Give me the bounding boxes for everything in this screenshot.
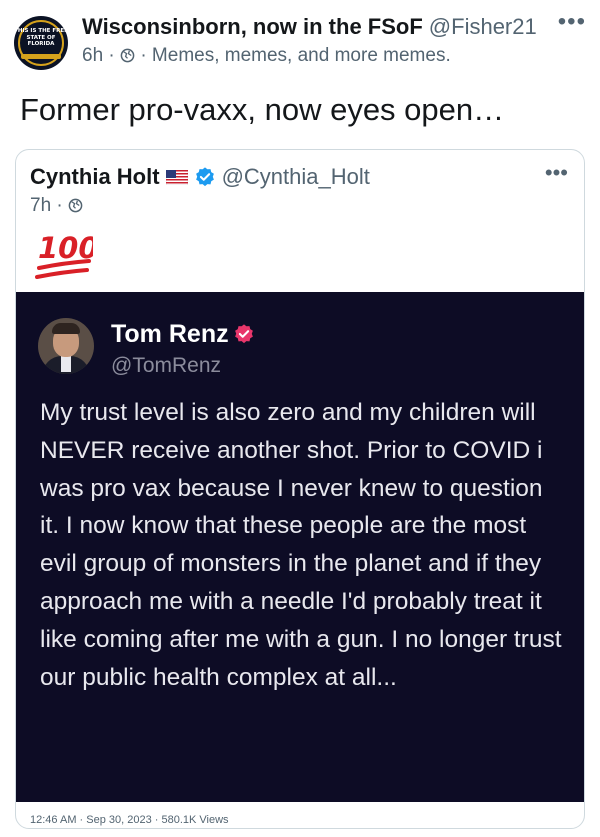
embedded-avatar	[38, 318, 94, 374]
post-text: Former pro-vaxx, now eyes open…	[20, 92, 505, 127]
meta-separator-2: ·	[140, 45, 147, 66]
us-flag-icon	[165, 170, 188, 185]
embedded-name-line: Tom Renz	[111, 320, 255, 349]
quote-time[interactable]: 7h	[30, 195, 51, 216]
avatar-hair	[52, 323, 80, 334]
author-name[interactable]: Wisconsinborn, now in the FSoF	[82, 14, 423, 39]
avatar-seal-text: THIS IS THE FREE STATE OF FLORIDA	[14, 28, 68, 47]
more-icon[interactable]: •••	[558, 8, 586, 36]
embedded-screenshot[interactable]: Tom Renz @TomRenz My trust level is also…	[16, 292, 584, 802]
quoted-post[interactable]: Cynthia Holt @Cynthia_Holt ••• 7h · 100	[15, 149, 585, 829]
embedded-author-handle: @TomRenz	[111, 354, 222, 377]
quote-separator: ·	[56, 195, 63, 216]
quote-author-handle[interactable]: @Cynthia_Holt	[222, 164, 370, 189]
pink-verified-badge-icon	[234, 324, 253, 344]
post-time[interactable]: 6h	[82, 45, 103, 66]
hundred-points-icon: 100	[35, 231, 93, 279]
quote-author-line: Cynthia Holt @Cynthia_Holt	[30, 164, 370, 190]
seal-band	[21, 54, 61, 59]
post-header: THIS IS THE FREE STATE OF FLORIDA Wiscon…	[14, 8, 586, 72]
quote-author-name[interactable]: Cynthia Holt	[30, 164, 160, 189]
meta-separator: ·	[108, 45, 115, 66]
embedded-author-name: Tom Renz	[111, 320, 229, 348]
post-meta: 6h · · Memes, memes, and more memes.	[82, 45, 451, 67]
author-avatar[interactable]: THIS IS THE FREE STATE OF FLORIDA	[14, 16, 68, 70]
verified-badge-icon	[195, 167, 214, 187]
quote-more-icon[interactable]: •••	[545, 160, 568, 186]
community-name[interactable]: Memes, memes, and more memes.	[152, 45, 451, 66]
embedded-body-text: My trust level is also zero and my child…	[40, 399, 562, 691]
quote-footer-meta: 12:46 AM · Sep 30, 2023 · 580.1K Views	[30, 814, 229, 826]
author-handle[interactable]: @Fisher21	[429, 14, 537, 39]
author-line: Wisconsinborn, now in the FSoF @Fisher21	[82, 14, 537, 40]
quote-meta: 7h ·	[30, 195, 83, 217]
globe-icon	[68, 198, 83, 213]
avatar-shirt	[61, 356, 71, 372]
globe-icon	[120, 48, 135, 63]
